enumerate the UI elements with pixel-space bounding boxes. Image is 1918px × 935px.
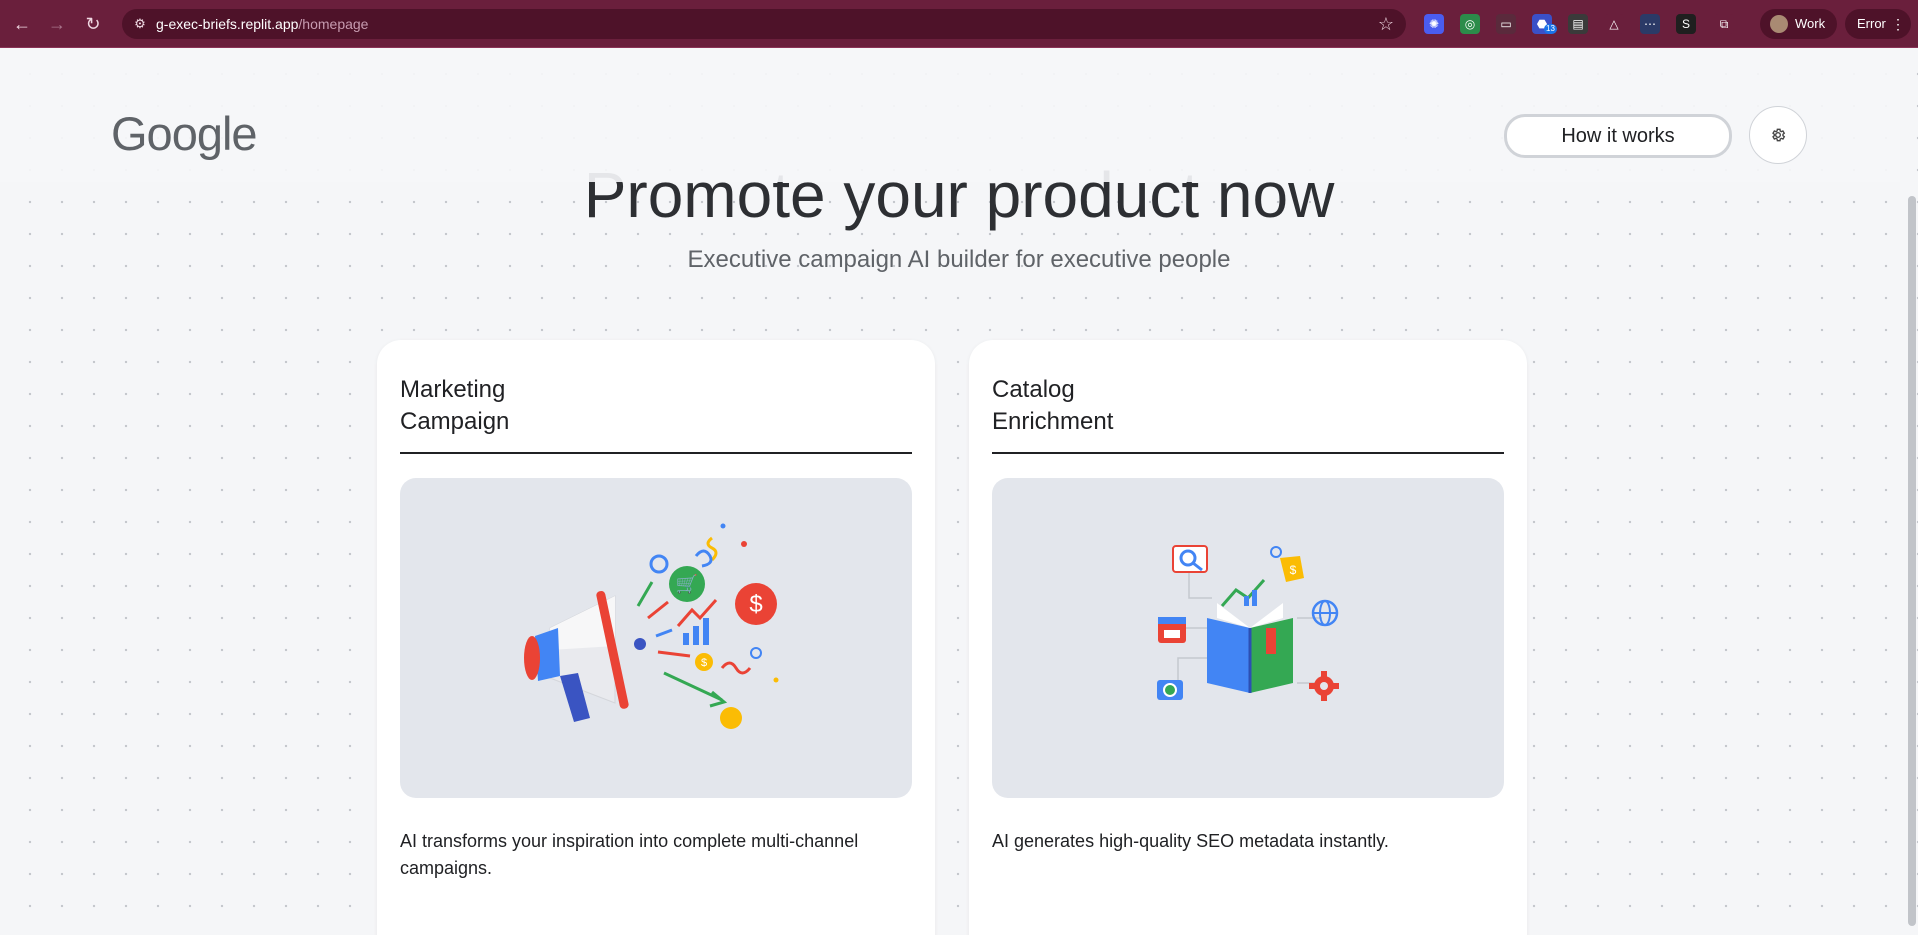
extension-5-icon[interactable]: ▤ <box>1568 14 1588 34</box>
kebab-menu-icon[interactable]: ⋮ <box>1891 9 1905 39</box>
extension-4-icon[interactable]: ⬣ 13 <box>1532 14 1557 34</box>
bookmark-star-icon[interactable]: ☆ <box>1378 14 1394 35</box>
back-arrow-icon[interactable]: ← <box>10 12 34 36</box>
url-text[interactable]: g-exec-briefs.replit.app/homepage <box>156 16 368 32</box>
svg-text:$: $ <box>749 591 762 618</box>
card-description: AI transforms your inspiration into comp… <box>400 831 859 878</box>
svg-text:$: $ <box>1290 563 1297 577</box>
url-host: g-exec-briefs.replit.app <box>156 16 299 32</box>
site-settings-icon[interactable]: ⚙ <box>132 16 148 32</box>
browser-toolbar: ← → ↻ ⚙ g-exec-briefs.replit.app/homepag… <box>0 0 1918 48</box>
avatar <box>1770 15 1788 33</box>
extension-2-icon[interactable]: ◎ <box>1460 14 1480 34</box>
card-divider <box>992 452 1504 454</box>
catalog-book-illustration: $ <box>992 478 1504 798</box>
card-title: Catalog Enrichment <box>992 376 1114 435</box>
settings-button[interactable] <box>1749 106 1807 164</box>
card-title: Marketing Campaign <box>400 376 510 435</box>
extension-badge: 13 <box>1544 24 1557 34</box>
gear-icon <box>1772 128 1786 142</box>
address-bar[interactable]: ⚙ g-exec-briefs.replit.app/homepage ☆ <box>122 9 1406 39</box>
svg-text:$: $ <box>701 657 707 669</box>
url-path: /homepage <box>298 16 369 32</box>
marketing-megaphone-illustration: 🛒 $ $ <box>400 478 912 798</box>
page-scrollbar[interactable] <box>1908 196 1916 926</box>
catalog-enrichment-card[interactable]: Catalog Enrichment $ AI generates high-q… <box>969 340 1527 935</box>
forward-arrow-icon[interactable]: → <box>45 12 69 36</box>
how-it-works-button[interactable]: How it works <box>1504 114 1732 158</box>
marketing-campaign-card[interactable]: Marketing Campaign 🛒 $ $ AI transforms y… <box>377 340 935 935</box>
error-label: Error <box>1857 16 1886 31</box>
profile-label: Work <box>1795 16 1826 31</box>
error-chip[interactable]: Error ⋮ <box>1845 9 1911 39</box>
card-description: AI generates high-quality SEO metadata i… <box>992 831 1389 851</box>
extension-1-icon[interactable]: ✺ <box>1424 14 1444 34</box>
card-divider <box>400 452 912 454</box>
hero-subtitle: Executive campaign AI builder for execut… <box>687 246 1231 273</box>
page-content: Promote your product now Google How it w… <box>0 48 1918 935</box>
extensions-puzzle-icon[interactable]: ⧉ <box>1714 14 1734 34</box>
google-logo[interactable]: Google <box>111 106 258 161</box>
reload-icon[interactable]: ↻ <box>81 12 105 36</box>
megaphone-icon <box>524 591 646 722</box>
svg-text:🛒: 🛒 <box>676 573 698 594</box>
extension-7-icon[interactable]: ⋯ <box>1640 14 1660 34</box>
extension-3-icon[interactable]: ▭ <box>1496 14 1516 34</box>
extension-6-icon[interactable]: △ <box>1604 14 1624 34</box>
profile-chip[interactable]: Work <box>1760 9 1837 39</box>
extension-8-icon[interactable]: S <box>1676 14 1696 34</box>
